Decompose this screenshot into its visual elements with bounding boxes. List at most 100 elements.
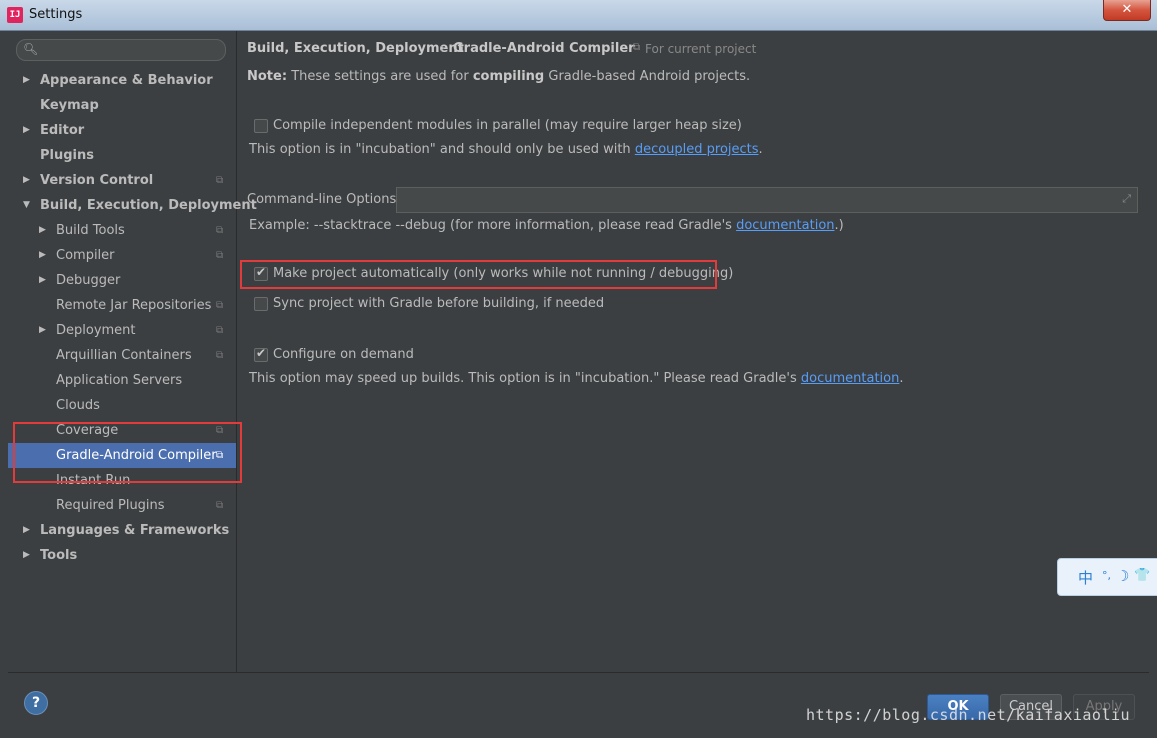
ime-punct-icon[interactable]: °, [1102, 569, 1111, 582]
documentation-link-2[interactable]: documentation [801, 371, 899, 386]
parallel-label[interactable]: Compile independent modules in parallel … [273, 118, 742, 133]
configure-end: . [899, 371, 904, 386]
incubation-end: . [758, 142, 763, 157]
parallel-checkbox[interactable] [254, 119, 268, 133]
sidebar-item-debugger[interactable]: ▶ Debugger [8, 268, 236, 293]
ime-toolbar[interactable]: 中 °, ☽ 👕 [1057, 558, 1157, 596]
breadcrumb-current: Gradle-Android Compiler [453, 41, 635, 56]
sidebar-item-label: Editor [40, 123, 85, 138]
project-scope-icon: ⧉ [216, 300, 224, 311]
close-button[interactable]: ✕ [1103, 0, 1151, 21]
configure-desc-line: This option may speed up builds. This op… [249, 371, 904, 386]
documentation-link-1[interactable]: documentation [736, 218, 834, 233]
breadcrumb-separator: › [440, 41, 446, 56]
project-scope-icon: ⧉ [216, 325, 224, 336]
sidebar-item-clouds[interactable]: Clouds [8, 393, 236, 418]
settings-content: Build, Execution, Deployment › Gradle-An… [237, 31, 1149, 672]
sidebar-item-label: Required Plugins [56, 498, 165, 513]
sidebar-item-label: Build Tools [56, 223, 125, 238]
sidebar-item-label: Compiler [56, 248, 115, 263]
collapse-arrow-icon[interactable]: ▶ [23, 68, 33, 93]
collapse-arrow-icon[interactable]: ▶ [39, 318, 49, 343]
sidebar-item-arquillian-containers[interactable]: Arquillian Containers ⧉ [8, 343, 236, 368]
note-label: Note: [247, 69, 288, 84]
settings-sidebar: 🔍︎ ▶ Appearance & Behavior Keymap ▶ Editor Pl… [8, 31, 257, 672]
sidebar-item-deployment[interactable]: ▶ Deployment ⧉ [8, 318, 236, 343]
project-scope-icon: ⧉ [216, 500, 224, 511]
sidebar-item-label: Application Servers [56, 373, 183, 388]
settings-window: IJ Settings ✕ 🔍︎ ▶ Appearance & Behavior K… [0, 0, 1157, 738]
sidebar-item-plugins[interactable]: Plugins [8, 143, 236, 168]
collapse-arrow-icon[interactable]: ▶ [23, 543, 33, 568]
sidebar-item-label: Version Control [40, 173, 154, 188]
sidebar-item-label: Tools [40, 548, 78, 563]
sidebar-item-label: Clouds [56, 398, 100, 413]
ime-chinese-mode[interactable]: 中 [1078, 567, 1093, 588]
expand-arrow-icon[interactable]: ▼ [23, 193, 33, 218]
sidebar-item-required-plugins[interactable]: Required Plugins ⧉ [8, 493, 236, 518]
example-end: .) [834, 218, 844, 233]
project-scope-icon: ⧉ [633, 42, 641, 53]
decoupled-projects-link[interactable]: decoupled projects [635, 142, 759, 157]
collapse-arrow-icon[interactable]: ▶ [23, 168, 33, 193]
collapse-arrow-icon[interactable]: ▶ [23, 118, 33, 143]
sidebar-item-keymap[interactable]: Keymap [8, 93, 236, 118]
note-line: Note: These settings are used for compil… [247, 69, 750, 84]
watermark: https://blog.csdn.net/kaifaxiaoliu [806, 706, 1131, 724]
cmdline-label: Command-line Options: [247, 192, 401, 207]
sidebar-item-build-execution-deployment[interactable]: ▼ Build, Execution, Deployment [8, 193, 257, 218]
sidebar-item-label: Debugger [56, 273, 121, 288]
sidebar-item-tools[interactable]: ▶ Tools [8, 543, 236, 568]
sidebar-item-label: Keymap [40, 98, 99, 113]
configure-checkbox[interactable] [254, 346, 268, 362]
sidebar-item-compiler[interactable]: ▶ Compiler ⧉ [8, 243, 236, 268]
collapse-arrow-icon[interactable]: ▶ [39, 218, 49, 243]
sidebar-item-appearance-behavior[interactable]: ▶ Appearance & Behavior [8, 68, 236, 93]
sync-label[interactable]: Sync project with Gradle before building… [273, 296, 604, 311]
sidebar-item-label: Plugins [40, 148, 94, 163]
collapse-arrow-icon[interactable]: ▶ [39, 243, 49, 268]
sidebar-item-editor[interactable]: ▶ Editor [8, 118, 236, 143]
scope-label: For current project [645, 42, 757, 56]
note-text-2: Gradle-based Android projects. [548, 69, 751, 84]
sidebar-item-application-servers[interactable]: Application Servers [8, 368, 236, 393]
collapse-arrow-icon[interactable]: ▶ [23, 518, 33, 543]
shirt-icon[interactable]: 👕 [1134, 568, 1150, 583]
intellij-app-icon: IJ [7, 7, 23, 23]
project-scope-icon: ⧉ [216, 175, 224, 186]
highlight-annotation-box [240, 260, 717, 289]
project-scope-icon: ⧉ [216, 350, 224, 361]
sidebar-item-build-tools[interactable]: ▶ Build Tools ⧉ [8, 218, 236, 243]
sync-checkbox[interactable] [254, 297, 268, 311]
search-icon: 🔍︎ [23, 42, 39, 56]
sidebar-item-languages-frameworks[interactable]: ▶ Languages & Frameworks [8, 518, 236, 543]
sidebar-item-label: Languages & Frameworks [40, 523, 230, 538]
example-text: Example: --stacktrace --debug (for more … [249, 218, 732, 233]
moon-icon[interactable]: ☽ [1116, 567, 1129, 585]
incubation-text: This option is in "incubation" and shoul… [249, 142, 631, 157]
incubation-line: This option is in "incubation" and shoul… [249, 142, 763, 157]
example-line: Example: --stacktrace --debug (for more … [249, 218, 844, 233]
search-input[interactable]: 🔍︎ [16, 39, 226, 61]
sidebar-item-label: Remote Jar Repositories [56, 298, 212, 313]
configure-desc: This option may speed up builds. This op… [249, 371, 797, 386]
command-line-options-input[interactable]: ⤢ [396, 187, 1138, 213]
project-scope-icon: ⧉ [216, 225, 224, 236]
sidebar-item-label: Build, Execution, Deployment [40, 198, 257, 213]
collapse-arrow-icon[interactable]: ▶ [39, 268, 49, 293]
sidebar-item-label: Arquillian Containers [56, 348, 192, 363]
title-bar[interactable]: IJ Settings ✕ [0, 0, 1157, 31]
sidebar-item-remote-jar-repositories[interactable]: Remote Jar Repositories ⧉ [8, 293, 236, 318]
note-bold: compiling [472, 69, 545, 84]
window-title: Settings [29, 7, 83, 22]
configure-label[interactable]: Configure on demand [273, 347, 414, 362]
note-text-1: These settings are used for [291, 69, 469, 84]
sidebar-item-label: Deployment [56, 323, 136, 338]
project-scope-icon: ⧉ [216, 250, 224, 261]
expand-icon[interactable]: ⤢ [1122, 192, 1131, 206]
help-button[interactable]: ? [24, 691, 48, 715]
breadcrumb-parent[interactable]: Build, Execution, Deployment [247, 41, 464, 56]
highlight-annotation-box [13, 422, 242, 483]
sidebar-item-label: Appearance & Behavior [40, 73, 213, 88]
sidebar-item-version-control[interactable]: ▶ Version Control ⧉ [8, 168, 236, 193]
